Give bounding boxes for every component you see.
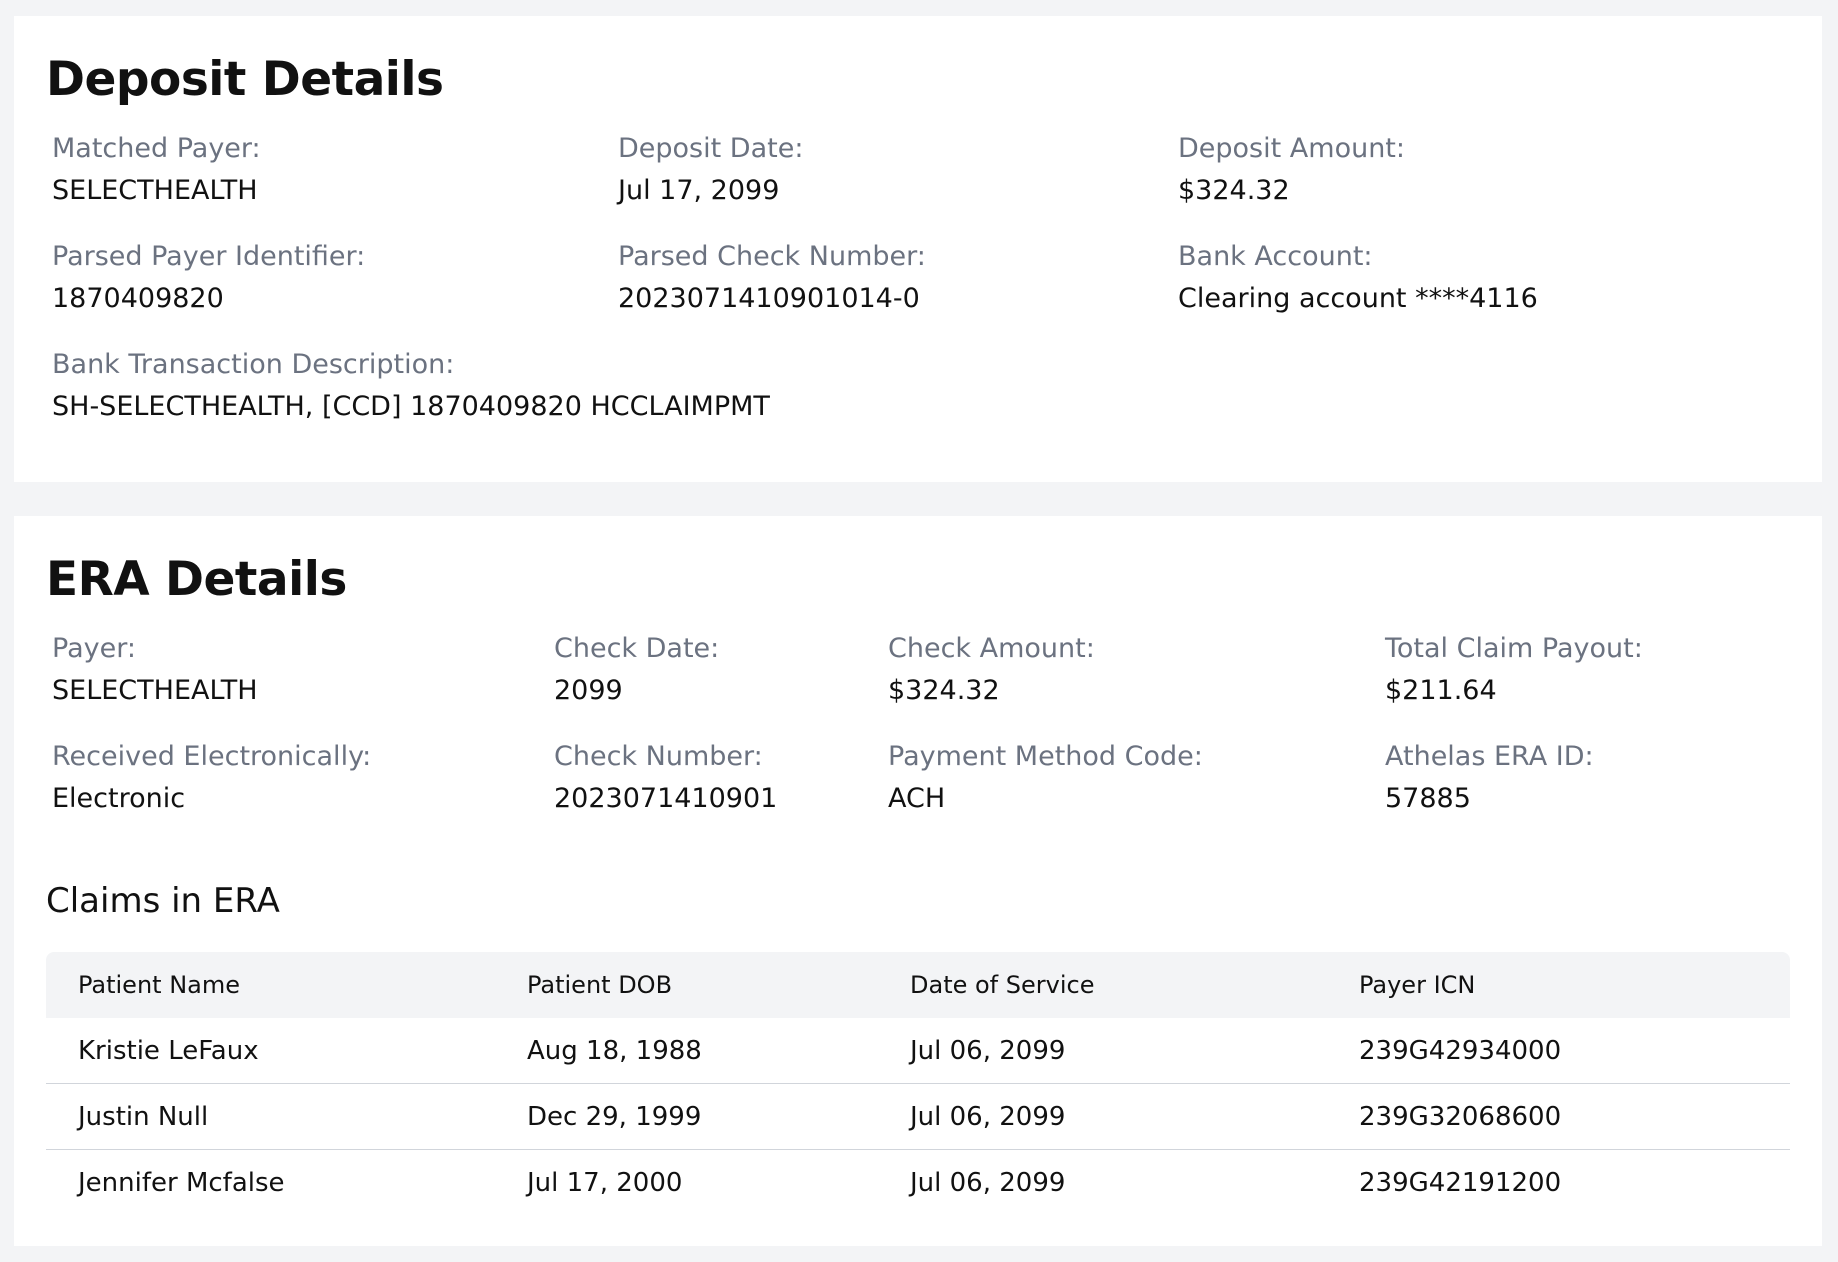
payer-icn-cell: 239G42191200 bbox=[1359, 1167, 1562, 1198]
parsed-check-number-field: Parsed Check Number: 2023071410901014-0 bbox=[618, 240, 926, 316]
field-label: Payment Method Code: bbox=[888, 741, 1203, 772]
patient-dob-cell: Jul 17, 2000 bbox=[527, 1167, 683, 1198]
deposit-amount-field: Deposit Amount: $324.32 bbox=[1178, 132, 1405, 208]
field-label: Payer: bbox=[52, 633, 136, 664]
deposit-details-card: Deposit Details Matched Payer: SELECTHEA… bbox=[14, 16, 1822, 482]
field-value: 2023071410901 bbox=[554, 783, 778, 814]
date-of-service-cell: Jul 06, 2099 bbox=[878, 1083, 1327, 1150]
column-header-date-of-service[interactable]: Date of Service bbox=[878, 952, 1327, 1018]
field-value: 2023071410901014-0 bbox=[618, 283, 920, 314]
column-header-patient-name[interactable]: Patient Name bbox=[46, 952, 495, 1018]
field-value: SELECTHEALTH bbox=[52, 175, 258, 206]
patient-dob-cell: Aug 18, 1988 bbox=[495, 1018, 878, 1084]
payer-icn-cell: 239G42934000 bbox=[1327, 1018, 1790, 1084]
payer-field: Payer: SELECTHEALTH bbox=[52, 632, 258, 708]
date-of-service-cell: Jul 06, 2099 bbox=[878, 1018, 1327, 1084]
field-label: Athelas ERA ID: bbox=[1385, 741, 1594, 772]
field-label: Parsed Check Number: bbox=[618, 241, 926, 272]
field-label: Deposit Amount: bbox=[1178, 133, 1405, 164]
patient-name-cell: Kristie LeFaux bbox=[46, 1018, 495, 1084]
field-value: SH-SELECTHEALTH, [CCD] 1870409820 HCCLAI… bbox=[52, 391, 770, 422]
check-amount-field: Check Amount: $324.32 bbox=[888, 632, 1095, 708]
field-label: Check Amount: bbox=[888, 633, 1095, 664]
payment-method-code-field: Payment Method Code: ACH bbox=[888, 740, 1203, 816]
table-row[interactable]: Justin Null Dec 29, 1999 Jul 06, 2099 23… bbox=[46, 1083, 1790, 1150]
field-label: Deposit Date: bbox=[618, 133, 804, 164]
field-value: Electronic bbox=[52, 783, 186, 814]
field-value: Jul 17, 2099 bbox=[618, 175, 780, 206]
bank-account-field: Bank Account: Clearing account ****4116 bbox=[1178, 240, 1538, 316]
era-details-title: ERA Details bbox=[46, 552, 347, 607]
check-number-field: Check Number: 2023071410901 bbox=[554, 740, 777, 816]
field-value: Clearing account ****4116 bbox=[1178, 283, 1538, 314]
field-value: ACH bbox=[888, 783, 946, 814]
date-of-service-cell: Jul 06, 2099 bbox=[910, 1167, 1066, 1198]
field-label: Check Date: bbox=[554, 633, 720, 664]
field-label: Bank Transaction Description: bbox=[52, 349, 455, 380]
patient-dob-cell: Dec 29, 1999 bbox=[495, 1083, 878, 1150]
payer-icn-cell: 239G32068600 bbox=[1327, 1083, 1790, 1150]
field-value: $324.32 bbox=[1178, 175, 1290, 206]
field-value: $211.64 bbox=[1385, 675, 1497, 706]
field-label: Matched Payer: bbox=[52, 133, 261, 164]
field-value: $324.32 bbox=[888, 675, 1000, 706]
bank-transaction-description-field: Bank Transaction Description: SH-SELECTH… bbox=[52, 348, 770, 424]
field-value: 1870409820 bbox=[52, 283, 224, 314]
field-value: 57885 bbox=[1385, 783, 1471, 814]
field-label: Check Number: bbox=[554, 741, 763, 772]
table-row[interactable]: Kristie LeFaux Aug 18, 1988 Jul 06, 2099… bbox=[46, 1018, 1790, 1084]
matched-payer-field: Matched Payer: SELECTHEALTH bbox=[52, 132, 261, 208]
field-label: Bank Account: bbox=[1178, 241, 1373, 272]
claims-table: Patient Name Patient DOB Date of Service… bbox=[46, 952, 1790, 1215]
deposit-date-field: Deposit Date: Jul 17, 2099 bbox=[618, 132, 803, 208]
parsed-payer-identifier-field: Parsed Payer Identifier: 1870409820 bbox=[52, 240, 365, 316]
claims-in-era-title: Claims in ERA bbox=[46, 881, 280, 921]
column-header-patient-dob[interactable]: Patient DOB bbox=[495, 952, 878, 1018]
table-header-row: Patient Name Patient DOB Date of Service… bbox=[46, 952, 1790, 1018]
patient-name-cell: Justin Null bbox=[46, 1083, 495, 1150]
field-label: Received Electronically: bbox=[52, 741, 372, 772]
field-label: Total Claim Payout: bbox=[1385, 633, 1643, 664]
field-value: 2099 bbox=[554, 675, 623, 706]
deposit-details-title: Deposit Details bbox=[46, 52, 444, 107]
received-electronically-field: Received Electronically: Electronic bbox=[52, 740, 371, 816]
athelas-era-id-field: Athelas ERA ID: 57885 bbox=[1385, 740, 1594, 816]
field-value: SELECTHEALTH bbox=[52, 675, 258, 706]
total-claim-payout-field: Total Claim Payout: $211.64 bbox=[1385, 632, 1643, 708]
table-row[interactable]: Jennifer Mcfalse Jul 17, 2000 Jul 06, 20… bbox=[46, 1150, 1790, 1216]
field-label: Parsed Payer Identifier: bbox=[52, 241, 366, 272]
era-details-card: ERA Details Payer: SELECTHEALTH Check Da… bbox=[14, 516, 1822, 1246]
patient-name-cell: Jennifer Mcfalse bbox=[78, 1167, 285, 1198]
check-date-field: Check Date: 2099 bbox=[554, 632, 719, 708]
column-header-payer-icn[interactable]: Payer ICN bbox=[1327, 952, 1790, 1018]
